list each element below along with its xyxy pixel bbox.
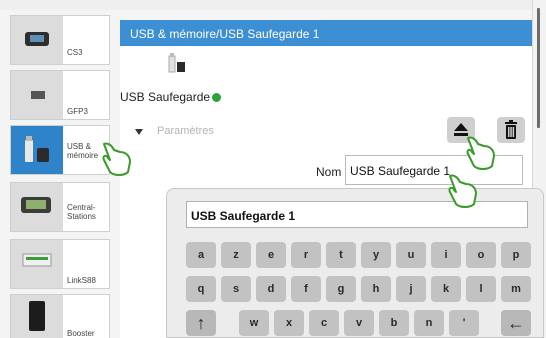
central-station-icon (11, 183, 63, 231)
key-h[interactable]: h (361, 276, 391, 302)
key-o[interactable]: o (466, 242, 496, 268)
key-a[interactable]: a (186, 242, 216, 268)
key-d[interactable]: d (256, 276, 286, 302)
key-k[interactable]: k (431, 276, 461, 302)
key-t[interactable]: t (326, 242, 356, 268)
key-x[interactable]: x (274, 310, 304, 336)
breadcrumb: USB & mémoire/USB Saufegarde 1 (130, 27, 320, 41)
sidebar-item-gfp3[interactable]: GFP3 (10, 70, 110, 120)
tap-hand-icon (102, 142, 131, 176)
usb-memory-icon (11, 126, 63, 174)
key-l[interactable]: l (466, 276, 496, 302)
sidebar-item-label: LinkS88 (67, 276, 96, 285)
key-m[interactable]: m (501, 276, 531, 302)
key-s[interactable]: s (221, 276, 251, 302)
delete-button[interactable] (497, 117, 525, 143)
page-header: USB & mémoire/USB Saufegarde 1 (120, 20, 532, 46)
tap-hand-icon (448, 174, 477, 208)
sidebar: CS3 GFP3 USB & mémoire Central-Stations … (10, 15, 110, 338)
device-title: USB Saufegarde (120, 90, 222, 104)
sidebar-item-label: GFP3 (67, 107, 88, 116)
sidebar-item-central-stations[interactable]: Central-Stations (10, 182, 110, 232)
key-e[interactable]: e (256, 242, 286, 268)
key-z[interactable]: z (221, 242, 251, 268)
sidebar-item-usb-memoire[interactable]: USB & mémoire (10, 125, 110, 175)
booster-icon (11, 295, 63, 338)
nom-label: Nom (316, 165, 342, 179)
trash-icon (505, 120, 517, 139)
caret-down-icon (135, 129, 143, 135)
backspace-key[interactable]: ← (501, 310, 531, 336)
sidebar-item-label: Central-Stations (67, 203, 96, 221)
key-w[interactable]: w (239, 310, 269, 336)
sidebar-item-label: CS3 (67, 48, 83, 57)
frame-top-bar (0, 0, 546, 10)
key-u[interactable]: u (396, 242, 426, 268)
links88-icon (11, 240, 63, 288)
key-b[interactable]: b (379, 310, 409, 336)
shift-key[interactable]: ↑ (186, 310, 216, 336)
key-p[interactable]: p (501, 242, 531, 268)
key-j[interactable]: j (396, 276, 426, 302)
key-q[interactable]: q (186, 276, 216, 302)
sidebar-item-links88[interactable]: LinkS88 (10, 239, 110, 289)
key-f[interactable]: f (291, 276, 321, 302)
check-icon (212, 93, 222, 102)
key-r[interactable]: r (291, 242, 321, 268)
key-apostrophe[interactable]: ' (449, 310, 479, 336)
sidebar-item-label: Booster (67, 329, 95, 338)
key-c[interactable]: c (309, 310, 339, 336)
tap-hand-icon (466, 136, 495, 170)
key-n[interactable]: n (414, 310, 444, 336)
device-name: USB Saufegarde (120, 90, 211, 104)
key-y[interactable]: y (361, 242, 391, 268)
key-g[interactable]: g (326, 276, 356, 302)
parameters-label: Paramètres (157, 125, 214, 137)
usb-device-icon (168, 52, 186, 74)
sidebar-item-cs3[interactable]: CS3 (10, 15, 110, 65)
key-v[interactable]: v (344, 310, 374, 336)
scrollbar[interactable] (537, 8, 540, 128)
key-i[interactable]: i (431, 242, 461, 268)
gfp3-module-icon (11, 71, 63, 119)
cs3-station-icon (11, 16, 63, 64)
sidebar-item-booster[interactable]: Booster (10, 294, 110, 338)
